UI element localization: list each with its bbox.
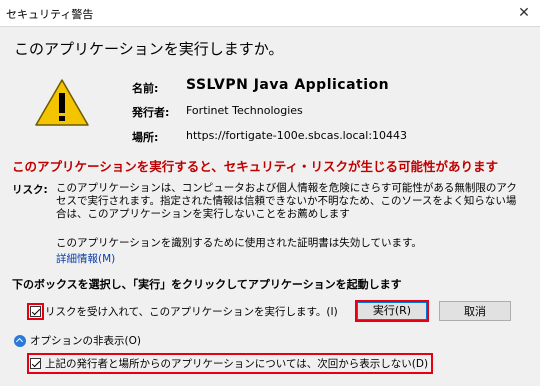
risk-description: このアプリケーションは、コンピュータおよび個人情報を危険にさらす可能性がある無制… — [56, 182, 517, 220]
location-value: https://fortigate-100e.sbcas.local:10443 — [186, 129, 408, 142]
dont-show-row[interactable]: 上記の発行者と場所からのアプリケーションについては、次回から表示しない(D) — [26, 353, 434, 374]
dont-show-again-label[interactable]: 上記の発行者と場所からのアプリケーションについては、次回から表示しない(D) — [45, 356, 428, 371]
window-title: セキュリティ警告 — [6, 8, 94, 21]
certificate-status: このアプリケーションを識別するために使用された証明書は失効しています。 — [56, 237, 422, 249]
risk-label: リスク: — [12, 184, 48, 196]
options-label[interactable]: オプションの非表示(O) — [30, 333, 141, 348]
dont-show-again-checkbox[interactable] — [30, 358, 41, 369]
security-warning: このアプリケーションを実行すると、セキュリティ・リスクが生じる可能性があります — [12, 159, 499, 174]
dialog-question: このアプリケーションを実行しますか。 — [14, 40, 284, 58]
cancel-button[interactable]: 取消 — [439, 301, 511, 321]
instruction-text: 下のボックスを選択し、「実行」をクリックしてアプリケーションを起動します — [12, 278, 402, 291]
options-toggle[interactable]: オプションの非表示(O) — [14, 333, 141, 348]
accept-risk-label[interactable]: リスクを受け入れて、このアプリケーションを実行します。(I) — [45, 304, 338, 319]
title-bar: セキュリティ警告 ✕ — [0, 0, 540, 27]
warning-triangle-icon — [35, 79, 89, 126]
publisher-value: Fortinet Technologies — [186, 104, 303, 117]
chevron-up-circle-icon[interactable] — [14, 334, 26, 347]
more-info-link[interactable]: 詳細情報(M) — [56, 251, 115, 266]
close-icon[interactable]: ✕ — [514, 3, 534, 23]
accept-risk-checkbox[interactable] — [27, 303, 44, 320]
name-label: 名前: — [132, 82, 159, 95]
publisher-label: 発行者: — [132, 106, 170, 119]
application-name: SSLVPN Java Application — [186, 77, 390, 93]
accept-risk-row[interactable]: リスクを受け入れて、このアプリケーションを実行します。(I) — [27, 303, 338, 320]
location-label: 場所: — [132, 131, 159, 144]
run-button[interactable]: 実行(R) — [355, 300, 429, 322]
